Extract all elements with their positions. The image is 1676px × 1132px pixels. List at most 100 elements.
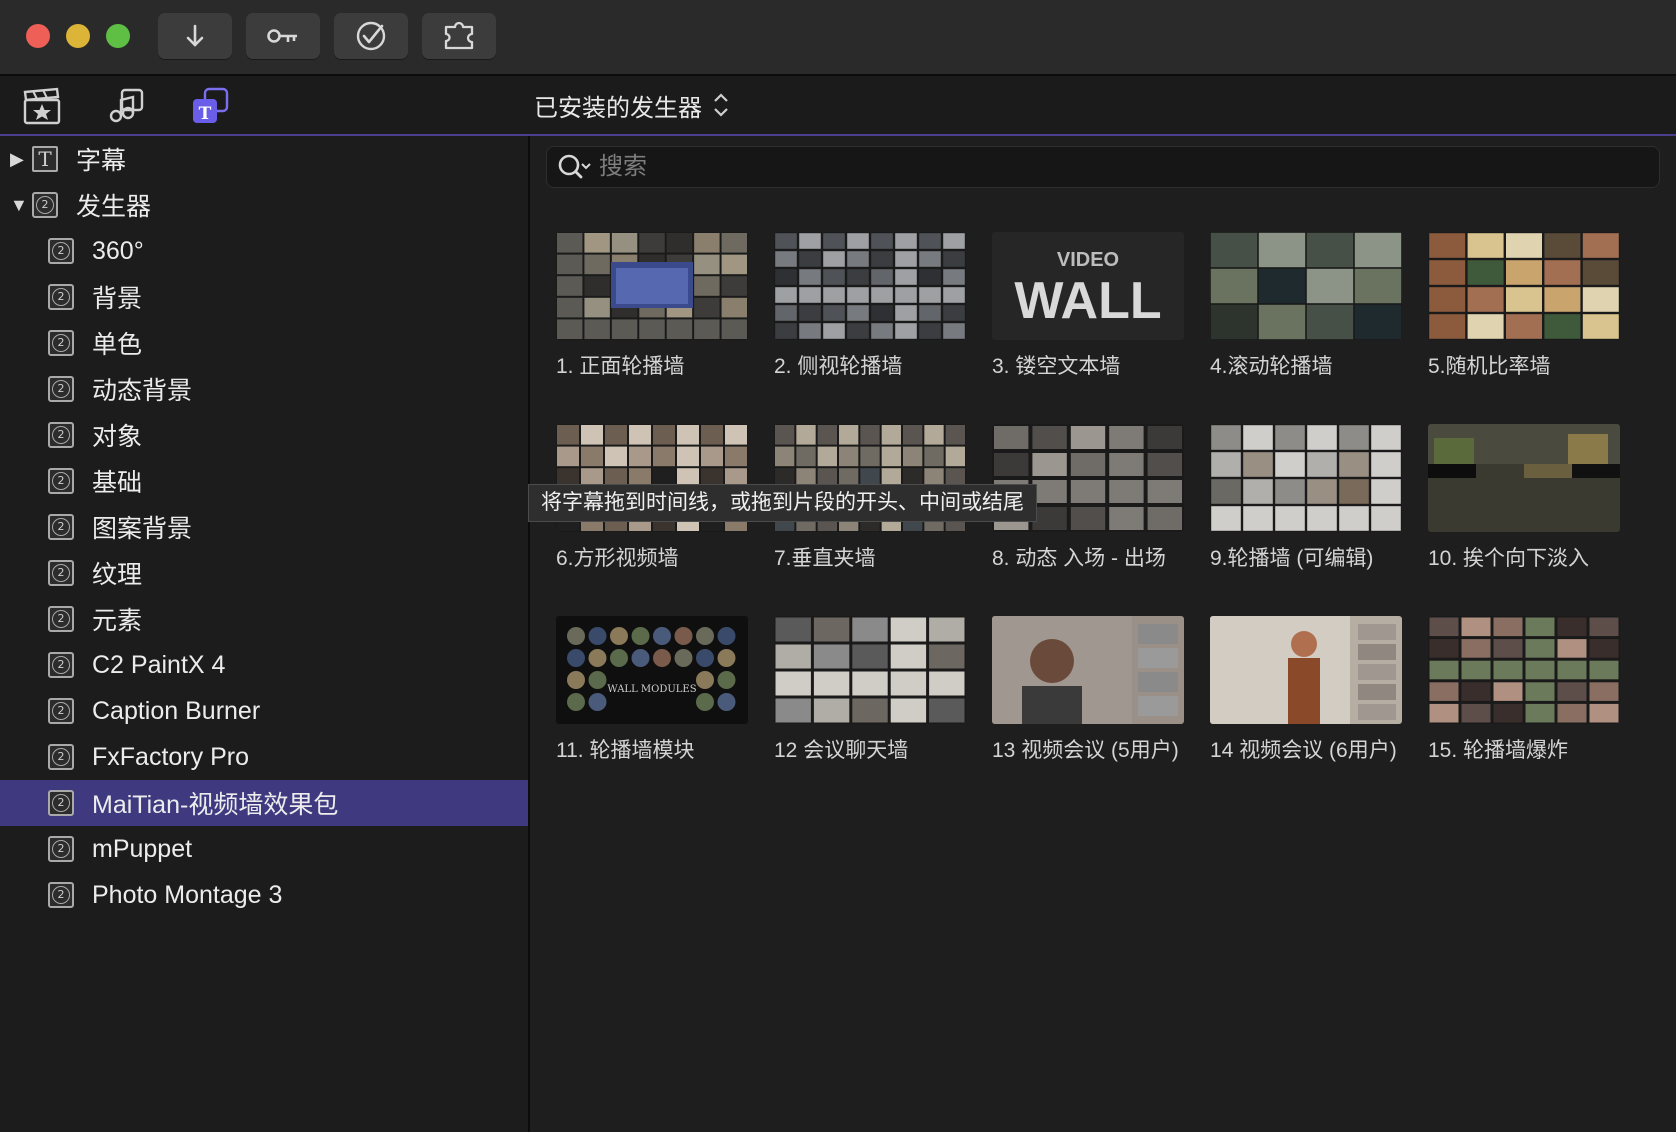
tile-label: 11. 轮播墙模块	[556, 739, 695, 762]
generator-tile[interactable]: 1. 正面轮播墙	[556, 232, 748, 379]
tile-label: 13 视频会议 (5用户)	[992, 739, 1179, 762]
sidebar-item-label: 纹理	[92, 561, 143, 589]
generator-tile[interactable]: WALL MODULES 11. 轮播墙模块	[556, 616, 748, 763]
puzzle-icon	[444, 21, 474, 50]
generator-category-icon: 2	[48, 376, 74, 402]
sidebar-item[interactable]: 2 元素	[0, 596, 528, 642]
sidebar-item-label: FxFactory Pro	[92, 742, 249, 771]
thumb-text-wall: WALL	[1014, 272, 1161, 330]
tile-label: 14 视频会议 (6用户)	[1210, 739, 1397, 762]
import-media-button[interactable]	[158, 13, 232, 59]
sidebar-item-label: 对象	[92, 423, 143, 451]
generator-tile[interactable]: 5.随机比率墙	[1428, 232, 1620, 379]
generator-category-icon: 2	[48, 284, 74, 310]
generator-grid: 1. 正面轮播墙 2. 侧视轮播墙 VIDEO WALL 3. 镂空文本墙 4.滚动轮播墙…	[556, 232, 1666, 832]
tile-thumbnail	[1428, 424, 1620, 532]
generator-tile[interactable]: VIDEO WALL 3. 镂空文本墙	[992, 232, 1184, 379]
keywords-button[interactable]	[246, 13, 320, 59]
extensions-button[interactable]	[422, 13, 496, 59]
sidebar-item[interactable]: ▼ 2 发生器	[0, 182, 528, 228]
generator-category-icon: 2	[48, 422, 74, 448]
tile-thumbnail	[774, 232, 966, 340]
installed-generators-menu[interactable]: 已安装的发生器	[534, 89, 730, 122]
tile-thumbnail	[1210, 616, 1402, 724]
sidebar-item[interactable]: 2 360°	[0, 228, 528, 274]
sidebar-item-label: 背景	[92, 285, 143, 313]
tile-thumbnail	[1210, 232, 1402, 340]
zoom-window-button[interactable]	[106, 24, 130, 48]
thumbnail	[1210, 424, 1402, 532]
tab-photos-audio[interactable]	[106, 86, 146, 126]
sidebar-item-label: 字幕	[76, 147, 127, 175]
generator-tile[interactable]: 10. 挨个向下淡入	[1428, 424, 1620, 571]
generator-tile[interactable]: 15. 轮播墙爆炸	[1428, 616, 1620, 763]
sidebar-item[interactable]: 2 对象	[0, 412, 528, 458]
tile-label: 8. 动态 入场 - 出场	[992, 547, 1166, 570]
thumbnail	[1210, 232, 1402, 340]
tile-thumbnail: WALL MODULES	[556, 616, 748, 724]
generator-tile[interactable]: 4.滚动轮播墙	[1210, 232, 1402, 379]
generator-tile[interactable]: 2. 侧视轮播墙	[774, 232, 966, 379]
thumbnail	[992, 616, 1184, 724]
sidebar-item-label: 动态背景	[92, 377, 193, 405]
close-window-button[interactable]	[26, 24, 50, 48]
thumbnail	[1210, 616, 1402, 724]
tile-label: 12 会议聊天墙	[774, 739, 909, 762]
generator-tile[interactable]: 12 会议聊天墙	[774, 616, 966, 763]
sidebar-item[interactable]: 2 动态背景	[0, 366, 528, 412]
clapper-star-icon	[23, 87, 61, 125]
generator-category-icon: 2	[48, 330, 74, 356]
sidebar-item-label: mPuppet	[92, 834, 193, 863]
tile-label: 4.滚动轮播墙	[1210, 355, 1333, 378]
key-icon	[267, 29, 297, 43]
sidebar-item-label: Photo Montage 3	[92, 880, 283, 909]
browser-header: T 已安装的发生器	[0, 76, 1676, 136]
thumbnail	[1428, 616, 1620, 724]
generator-category-icon: 2	[48, 468, 74, 494]
generator-category-icon: 2	[48, 238, 74, 264]
generator-tile[interactable]: 9.轮播墙 (可编辑)	[1210, 424, 1402, 571]
sidebar-item-label: 基础	[92, 469, 143, 497]
tile-label: 10. 挨个向下淡入	[1428, 547, 1590, 570]
sidebar-item[interactable]: 2 C2 PaintX 4	[0, 642, 528, 688]
tab-photos-videos[interactable]	[22, 86, 62, 126]
tile-thumbnail	[774, 616, 966, 724]
search-field[interactable]	[546, 146, 1660, 188]
sidebar-item[interactable]: 2 背景	[0, 274, 528, 320]
search-input[interactable]	[597, 152, 1601, 182]
sidebar-item-label: 单色	[92, 331, 143, 359]
disclosure-triangle-icon[interactable]: ▼	[10, 195, 28, 216]
disclosure-triangle-icon[interactable]: ▶	[10, 149, 24, 170]
tile-label: 7.垂直夹墙	[774, 547, 876, 570]
sidebar-item[interactable]: 2 FxFactory Pro	[0, 734, 528, 780]
sidebar-item[interactable]: 2 单色	[0, 320, 528, 366]
tile-label: 5.随机比率墙	[1428, 355, 1551, 378]
tile-thumbnail	[1210, 424, 1402, 532]
generator-tile[interactable]: 14 视频会议 (6用户)	[1210, 616, 1402, 763]
generator-category-icon: 2	[32, 192, 58, 218]
tab-titles-generators[interactable]: T	[190, 86, 230, 126]
sidebar: ▶ T 字幕 ▼ 2 发生器 2 360° 2 背景 2 单色 2 动态背景 2 对象 2 基础 2 图案背景 2 纹理 2…	[0, 136, 530, 1132]
thumbnail: VIDEO WALL	[992, 232, 1184, 340]
sidebar-item[interactable]: 2 mPuppet	[0, 826, 528, 872]
generator-category-icon: 2	[48, 836, 74, 862]
sidebar-item[interactable]: ▶ T 字幕	[0, 136, 528, 182]
background-tasks-button[interactable]	[334, 13, 408, 59]
sidebar-item-label: 发生器	[76, 193, 152, 221]
generator-tile[interactable]: 13 视频会议 (5用户)	[992, 616, 1184, 763]
sidebar-item[interactable]: 2 基础	[0, 458, 528, 504]
thumbnail	[774, 616, 966, 724]
minimize-window-button[interactable]	[66, 24, 90, 48]
tile-thumbnail	[556, 232, 748, 340]
generator-category-icon: 2	[48, 652, 74, 678]
sidebar-item[interactable]: 2 MaiTian-视频墙效果包	[0, 780, 528, 826]
sidebar-item[interactable]: 2 纹理	[0, 550, 528, 596]
sidebar-item[interactable]: 2 Caption Burner	[0, 688, 528, 734]
generator-category-icon: 2	[48, 514, 74, 540]
chevron-up-down-icon	[714, 93, 728, 117]
tile-label: 2. 侧视轮播墙	[774, 355, 903, 378]
sidebar-item[interactable]: 2 图案背景	[0, 504, 528, 550]
sidebar-item[interactable]: 2 Photo Montage 3	[0, 872, 528, 918]
tile-thumbnail: VIDEOWALL	[992, 232, 1184, 340]
titles-generators-icon: T	[193, 87, 229, 124]
